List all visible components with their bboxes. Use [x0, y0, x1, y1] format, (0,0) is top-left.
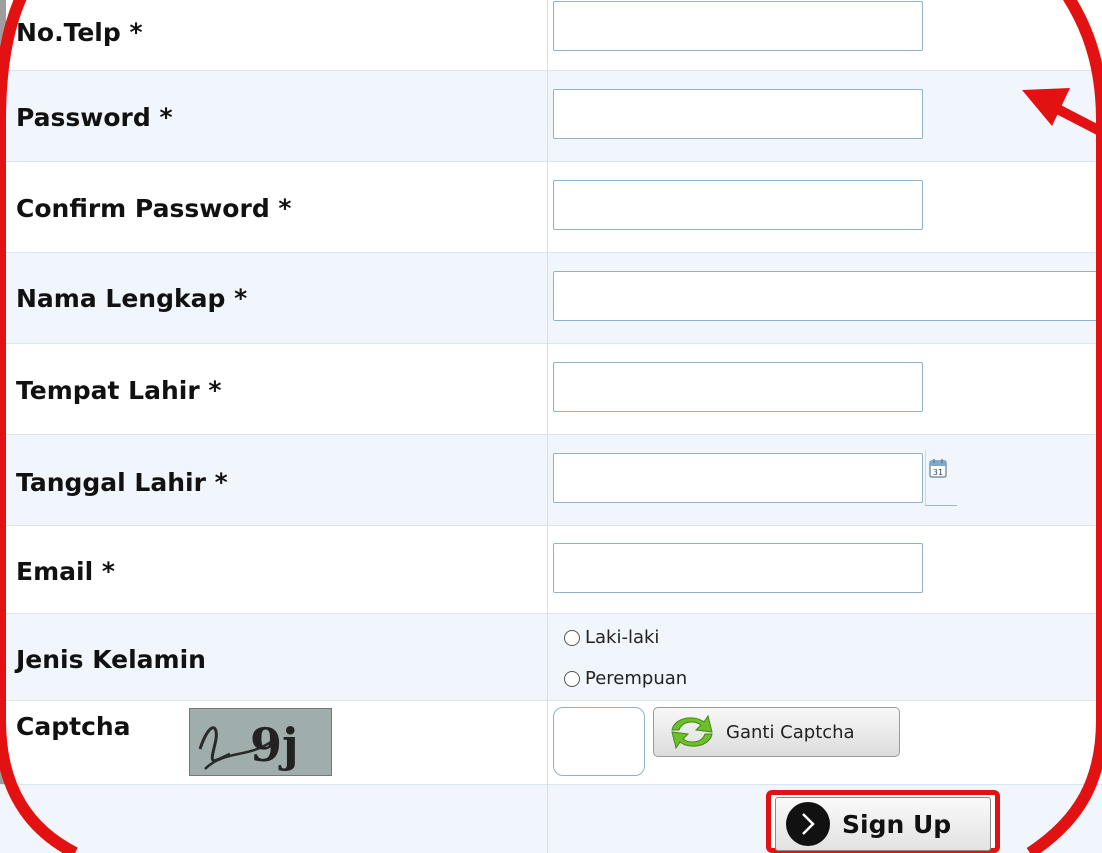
- nama-lengkap-field[interactable]: [553, 271, 1102, 321]
- confirm-password-field[interactable]: [553, 180, 923, 230]
- radio-label-perempuan: Perempuan: [585, 668, 688, 689]
- radio-laki-laki[interactable]: Laki-laki: [564, 627, 659, 648]
- label-email: Email *: [16, 557, 115, 586]
- label-no-telp: No.Telp *: [16, 18, 143, 47]
- label-nama-lengkap: Nama Lengkap *: [16, 284, 248, 313]
- date-field-divider: [925, 450, 926, 506]
- radio-circle[interactable]: [564, 670, 580, 687]
- signup-button[interactable]: Sign Up: [775, 797, 991, 851]
- chevron-right-circle-icon: [786, 802, 830, 846]
- captcha-image: 9j: [189, 708, 332, 776]
- column-divider: [547, 0, 548, 853]
- refresh-captcha-label: Ganti Captcha: [726, 721, 855, 743]
- label-captcha: Captcha: [16, 712, 131, 741]
- radio-circle[interactable]: [564, 629, 580, 646]
- radio-label-laki-laki: Laki-laki: [585, 627, 660, 648]
- row-no-telp: [0, 0, 1102, 71]
- email-field[interactable]: [553, 543, 923, 593]
- label-jenis-kelamin: Jenis Kelamin: [16, 645, 206, 674]
- refresh-arrows-icon: [671, 714, 713, 750]
- label-confirm-password: Confirm Password *: [16, 194, 292, 223]
- label-tempat-lahir: Tempat Lahir *: [16, 376, 222, 405]
- label-tanggal-lahir: Tanggal Lahir *: [16, 468, 228, 497]
- date-field-underline: [925, 505, 957, 506]
- refresh-captcha-button[interactable]: Ganti Captcha: [653, 707, 900, 757]
- tempat-lahir-field[interactable]: [553, 362, 923, 412]
- signup-label: Sign Up: [842, 809, 952, 839]
- radio-perempuan[interactable]: Perempuan: [564, 668, 687, 689]
- tanggal-lahir-field[interactable]: [553, 453, 923, 503]
- row-email: [0, 526, 1102, 614]
- captcha-input[interactable]: [553, 707, 645, 776]
- svg-text:31: 31: [933, 468, 943, 477]
- captcha-text: 9j: [250, 718, 299, 772]
- calendar-icon[interactable]: 31: [929, 458, 947, 478]
- label-password: Password *: [16, 103, 173, 132]
- no-telp-field[interactable]: [553, 1, 923, 51]
- password-field[interactable]: [553, 89, 923, 139]
- row-captcha: [0, 701, 1102, 785]
